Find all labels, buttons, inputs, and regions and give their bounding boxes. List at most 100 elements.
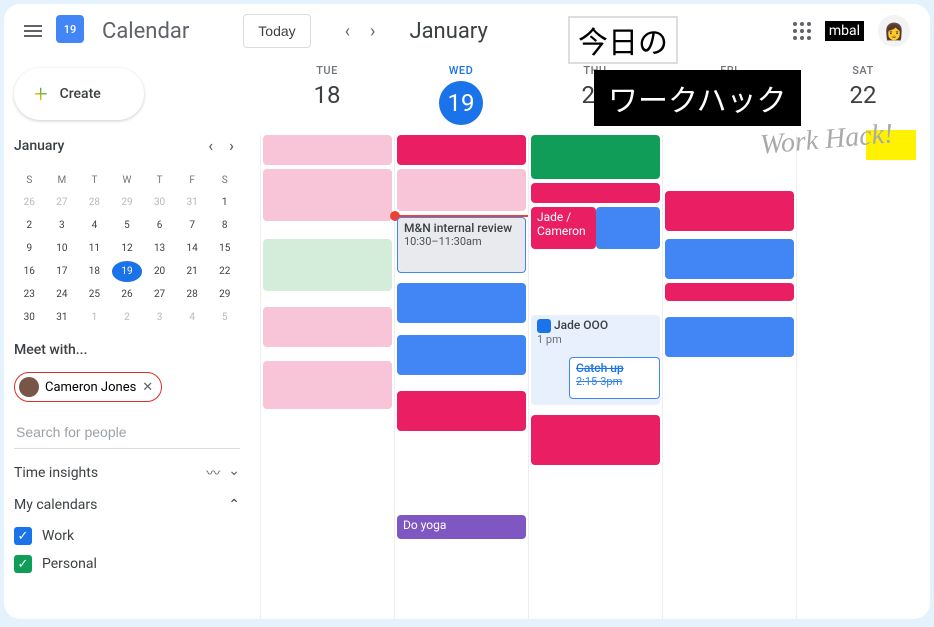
mini-day[interactable]: 3: [144, 307, 175, 328]
mini-day[interactable]: 14: [177, 238, 208, 259]
person-chip[interactable]: Cameron Jones ✕: [14, 372, 162, 402]
mini-dow: T: [144, 171, 175, 190]
time-insights-row[interactable]: Time insights 〰 ⌄: [14, 463, 240, 483]
event-block[interactable]: [263, 169, 392, 221]
mini-prev-button[interactable]: ‹: [202, 134, 219, 157]
event-block[interactable]: [665, 191, 794, 231]
mini-day[interactable]: 22: [209, 261, 240, 282]
mini-next-button[interactable]: ›: [223, 134, 240, 157]
event-catchup[interactable]: Catch up 2:15-3pm: [569, 357, 660, 399]
chevron-up-icon: ⌃: [228, 497, 240, 513]
event-block[interactable]: [263, 361, 392, 409]
mini-day[interactable]: 19: [112, 261, 143, 282]
event-block[interactable]: [397, 391, 526, 431]
mini-day[interactable]: 23: [14, 284, 45, 305]
calendar-logo[interactable]: 19: [56, 15, 88, 47]
mini-day[interactable]: 12: [112, 238, 143, 259]
day-header[interactable]: TUE18: [260, 58, 394, 135]
mini-day[interactable]: 24: [47, 284, 78, 305]
mini-day[interactable]: 15: [209, 238, 240, 259]
event-block[interactable]: [665, 239, 794, 279]
apps-icon[interactable]: [793, 22, 811, 40]
mini-day[interactable]: 11: [79, 238, 110, 259]
day-column[interactable]: [260, 135, 394, 619]
next-period-button[interactable]: ›: [362, 15, 383, 48]
my-calendars-row[interactable]: My calendars ⌃: [14, 497, 240, 513]
mini-day[interactable]: 5: [112, 215, 143, 236]
mini-day[interactable]: 1: [79, 307, 110, 328]
event-block[interactable]: [263, 239, 392, 291]
mini-day[interactable]: 13: [144, 238, 175, 259]
chevron-down-icon: ⌄: [228, 463, 240, 483]
day-column[interactable]: [796, 135, 930, 619]
calendar-item[interactable]: ✓ Personal: [14, 555, 240, 573]
mini-day[interactable]: 20: [144, 261, 175, 282]
event-jade-cameron[interactable]: Jade / Cameron: [531, 207, 596, 249]
mini-day[interactable]: 17: [47, 261, 78, 282]
mini-day[interactable]: 26: [112, 284, 143, 305]
mini-dow: S: [209, 171, 240, 190]
day-column[interactable]: M&N internal review 10:30–11:30am Do yog…: [394, 135, 528, 619]
create-button[interactable]: + Create: [14, 68, 144, 120]
mini-day[interactable]: 4: [79, 215, 110, 236]
mini-day[interactable]: 10: [47, 238, 78, 259]
calendar-checkbox[interactable]: ✓: [14, 555, 32, 573]
mini-day[interactable]: 3: [47, 215, 78, 236]
search-people-input[interactable]: [14, 416, 240, 449]
chip-remove-icon[interactable]: ✕: [142, 380, 153, 395]
mini-day[interactable]: 31: [47, 307, 78, 328]
mini-day[interactable]: 31: [177, 192, 208, 213]
mini-day[interactable]: 27: [144, 284, 175, 305]
day-column[interactable]: Jade / Cameron Jade OOO 1 pm Catch up 2:…: [528, 135, 662, 619]
event-block[interactable]: [397, 135, 526, 165]
event-block[interactable]: [263, 135, 392, 165]
mini-day[interactable]: 2: [112, 307, 143, 328]
calendar-checkbox[interactable]: ✓: [14, 527, 32, 545]
calendar-name: Work: [42, 528, 74, 544]
mini-dow: S: [14, 171, 45, 190]
mini-day[interactable]: 29: [112, 192, 143, 213]
mini-day[interactable]: 8: [209, 215, 240, 236]
event-yoga[interactable]: Do yoga: [397, 515, 526, 539]
event-block[interactable]: [397, 169, 526, 211]
events-area[interactable]: M&N internal review 10:30–11:30am Do yog…: [260, 135, 930, 619]
mini-day[interactable]: 1: [209, 192, 240, 213]
mini-day[interactable]: 9: [14, 238, 45, 259]
event-block[interactable]: [531, 415, 660, 465]
mini-day[interactable]: 2: [14, 215, 45, 236]
event-block[interactable]: [397, 283, 526, 323]
event-block[interactable]: [665, 317, 794, 357]
event-block[interactable]: [596, 207, 661, 249]
event-block[interactable]: [397, 335, 526, 375]
mini-day[interactable]: 30: [144, 192, 175, 213]
mini-day[interactable]: 29: [209, 284, 240, 305]
prev-period-button[interactable]: ‹: [337, 15, 358, 48]
event-block[interactable]: [263, 307, 392, 347]
day-column[interactable]: [662, 135, 796, 619]
mini-day[interactable]: 27: [47, 192, 78, 213]
mini-day[interactable]: 28: [79, 192, 110, 213]
calendar-name: Personal: [42, 556, 97, 572]
mini-day[interactable]: 26: [14, 192, 45, 213]
calendar-item[interactable]: ✓ Work: [14, 527, 240, 545]
mini-day[interactable]: 6: [144, 215, 175, 236]
user-avatar[interactable]: 👩: [878, 15, 910, 47]
event-block[interactable]: [665, 283, 794, 301]
mini-day[interactable]: 30: [14, 307, 45, 328]
mini-day[interactable]: 4: [177, 307, 208, 328]
insights-icon: 〰: [206, 463, 220, 483]
mini-day[interactable]: 25: [79, 284, 110, 305]
menu-icon[interactable]: [24, 22, 42, 40]
mini-day[interactable]: 16: [14, 261, 45, 282]
mini-day[interactable]: 28: [177, 284, 208, 305]
mini-day[interactable]: 5: [209, 307, 240, 328]
event-mn-review[interactable]: M&N internal review 10:30–11:30am: [397, 217, 526, 273]
event-block[interactable]: [531, 183, 660, 203]
mini-day[interactable]: 7: [177, 215, 208, 236]
mini-day[interactable]: 18: [79, 261, 110, 282]
mini-day[interactable]: 21: [177, 261, 208, 282]
today-button[interactable]: Today: [243, 14, 310, 48]
day-header[interactable]: WED19: [394, 58, 528, 135]
event-block[interactable]: [531, 135, 660, 179]
mini-calendar[interactable]: SMTWTFS262728293031123456789101112131415…: [14, 171, 240, 328]
